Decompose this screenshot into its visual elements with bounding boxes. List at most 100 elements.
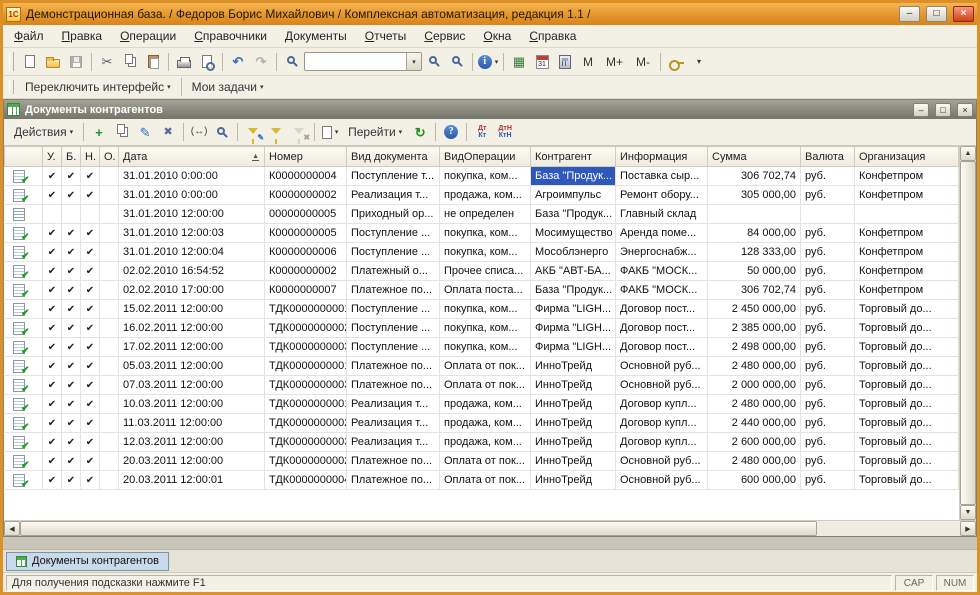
add-icon[interactable]: + — [88, 121, 110, 143]
actions-button[interactable]: Действия▾ — [8, 121, 79, 143]
cell-currency[interactable]: руб. — [801, 319, 855, 338]
table-row[interactable]: ✔✔✔05.03.2011 12:00:00ТДК0000000001Плате… — [5, 357, 959, 376]
column-header-info[interactable]: Информация — [616, 147, 708, 167]
cell-currency[interactable]: руб. — [801, 471, 855, 490]
service-info-icon[interactable]: i▾ — [477, 51, 499, 73]
cell-date[interactable]: 02.02.2010 17:00:00 — [119, 281, 265, 300]
cell-sum[interactable]: 306 702,74 — [708, 281, 801, 300]
vertical-scrollbar[interactable] — [959, 146, 976, 520]
column-width-icon[interactable]: (↔) — [188, 121, 210, 143]
cell-sum[interactable]: 306 702,74 — [708, 167, 801, 186]
cell-currency[interactable]: руб. — [801, 224, 855, 243]
child-title-bar[interactable]: Документы контрагентов – □ × — [4, 100, 976, 119]
cell-currency[interactable]: руб. — [801, 186, 855, 205]
cell-doctype[interactable]: Платежное по... — [347, 452, 440, 471]
cell-info[interactable]: Аренда поме... — [616, 224, 708, 243]
column-header-currency[interactable]: Валюта — [801, 147, 855, 167]
table-row[interactable]: 31.01.2010 12:00:0000000000005Приходный … — [5, 205, 959, 224]
child-close-button[interactable]: × — [957, 103, 973, 117]
horizontal-scrollbar-thumb[interactable] — [20, 521, 817, 536]
undo-icon[interactable]: ↶ — [227, 51, 249, 73]
cell-contragent[interactable]: ИнноТрейд — [531, 414, 616, 433]
menu-item[interactable]: Операции — [112, 27, 184, 45]
cell-doctype[interactable]: Платежное по... — [347, 357, 440, 376]
cell-info[interactable]: ФАКБ "МОСК... — [616, 262, 708, 281]
close-button[interactable]: × — [953, 6, 974, 22]
cell-doctype[interactable]: Поступление ... — [347, 300, 440, 319]
memory-button[interactable]: M — [577, 51, 599, 73]
dtkt-button[interactable]: ДтКт — [471, 121, 493, 143]
cell-optype[interactable]: покупка, ком... — [440, 243, 531, 262]
cell-org[interactable]: Торговый до... — [855, 395, 959, 414]
cell-org[interactable]: Торговый до... — [855, 414, 959, 433]
horizontal-scrollbar-track[interactable] — [817, 521, 960, 536]
calendar-icon[interactable]: 31 — [531, 51, 553, 73]
paste-icon[interactable] — [142, 51, 164, 73]
cell-doctype[interactable]: Реализация т... — [347, 414, 440, 433]
toolbar-grip[interactable] — [9, 52, 14, 71]
cell-currency[interactable]: руб. — [801, 243, 855, 262]
cell-date[interactable]: 31.01.2010 12:00:04 — [119, 243, 265, 262]
toolbar-options-icon[interactable]: ▾ — [688, 51, 710, 73]
cell-doctype[interactable]: Поступление ... — [347, 243, 440, 262]
cell-contragent[interactable]: Фирма "LIGH... — [531, 319, 616, 338]
cell-date[interactable]: 31.01.2010 12:00:00 — [119, 205, 265, 224]
cell-optype[interactable]: продажа, ком... — [440, 395, 531, 414]
cell-contragent[interactable]: Фирма "LIGH... — [531, 338, 616, 357]
table-row[interactable]: ✔✔✔31.01.2010 0:00:00К0000000002Реализац… — [5, 186, 959, 205]
save-icon[interactable] — [65, 51, 87, 73]
cell-currency[interactable]: руб. — [801, 414, 855, 433]
table-row[interactable]: ✔✔✔17.02.2011 12:00:00ТДК0000000003Посту… — [5, 338, 959, 357]
cell-info[interactable]: Основной руб... — [616, 471, 708, 490]
table-row[interactable]: ✔✔✔02.02.2010 17:00:00К0000000007Платежн… — [5, 281, 959, 300]
search-icon[interactable] — [281, 51, 303, 73]
cell-optype[interactable]: Оплата от пок... — [440, 471, 531, 490]
cell-contragent[interactable]: База "Продук... — [531, 167, 616, 186]
cell-date[interactable]: 31.01.2010 12:00:03 — [119, 224, 265, 243]
cell-optype[interactable]: покупка, ком... — [440, 319, 531, 338]
cell-org[interactable]: Конфетпром — [855, 224, 959, 243]
column-header-n[interactable]: Н. — [81, 147, 100, 167]
cell-doctype[interactable]: Платежное по... — [347, 281, 440, 300]
scroll-up-icon[interactable] — [960, 146, 976, 161]
cell-date[interactable]: 10.03.2011 12:00:00 — [119, 395, 265, 414]
cell-sum[interactable]: 50 000,00 — [708, 262, 801, 281]
cell-sum[interactable]: 2 385 000,00 — [708, 319, 801, 338]
cell-date[interactable]: 02.02.2010 16:54:52 — [119, 262, 265, 281]
cell-info[interactable]: Основной руб... — [616, 452, 708, 471]
cell-number[interactable]: К0000000006 — [265, 243, 347, 262]
column-header-number[interactable]: Номер — [265, 147, 347, 167]
menu-item[interactable]: Окна — [475, 27, 519, 45]
cell-number[interactable]: К0000000002 — [265, 186, 347, 205]
table-row[interactable]: ✔✔✔31.01.2010 12:00:04К0000000006Поступл… — [5, 243, 959, 262]
cell-contragent[interactable]: Мособлэнерго — [531, 243, 616, 262]
cell-org[interactable]: Торговый до... — [855, 338, 959, 357]
find-in-list-icon[interactable] — [211, 121, 233, 143]
cell-number[interactable]: ТДК0000000002 — [265, 452, 347, 471]
cell-date[interactable]: 20.03.2011 12:00:00 — [119, 452, 265, 471]
child-restore-button[interactable]: □ — [935, 103, 951, 117]
cell-org[interactable]: Торговый до... — [855, 357, 959, 376]
cell-contragent[interactable]: АКБ "АВТ-БА... — [531, 262, 616, 281]
table-row[interactable]: ✔✔✔12.03.2011 12:00:00ТДК0000000003Реали… — [5, 433, 959, 452]
cell-doctype[interactable]: Платежное по... — [347, 471, 440, 490]
window-tab-documents[interactable]: Документы контрагентов — [6, 552, 169, 571]
temp-lock-icon[interactable] — [665, 51, 687, 73]
cell-org[interactable] — [855, 205, 959, 224]
print-icon[interactable] — [173, 51, 195, 73]
cell-number[interactable]: ТДК0000000002 — [265, 414, 347, 433]
cell-contragent[interactable]: База "Продук... — [531, 281, 616, 300]
cell-number[interactable]: 00000000005 — [265, 205, 347, 224]
title-bar[interactable]: 1С Демонстрационная база. / Федоров Бори… — [3, 3, 977, 25]
menu-item[interactable]: Справка — [521, 27, 584, 45]
cell-currency[interactable]: руб. — [801, 452, 855, 471]
delete-mark-icon[interactable]: ✖ — [157, 121, 179, 143]
cell-doctype[interactable]: Платежное по... — [347, 376, 440, 395]
cell-sum[interactable]: 2 498 000,00 — [708, 338, 801, 357]
scroll-left-icon[interactable] — [4, 521, 20, 536]
cell-info[interactable]: Договор пост... — [616, 338, 708, 357]
menu-item[interactable]: Документы — [277, 27, 355, 45]
cell-contragent[interactable]: ИнноТрейд — [531, 376, 616, 395]
column-header-sum[interactable]: Сумма — [708, 147, 801, 167]
clear-filter-icon[interactable]: ✖ — [288, 121, 310, 143]
